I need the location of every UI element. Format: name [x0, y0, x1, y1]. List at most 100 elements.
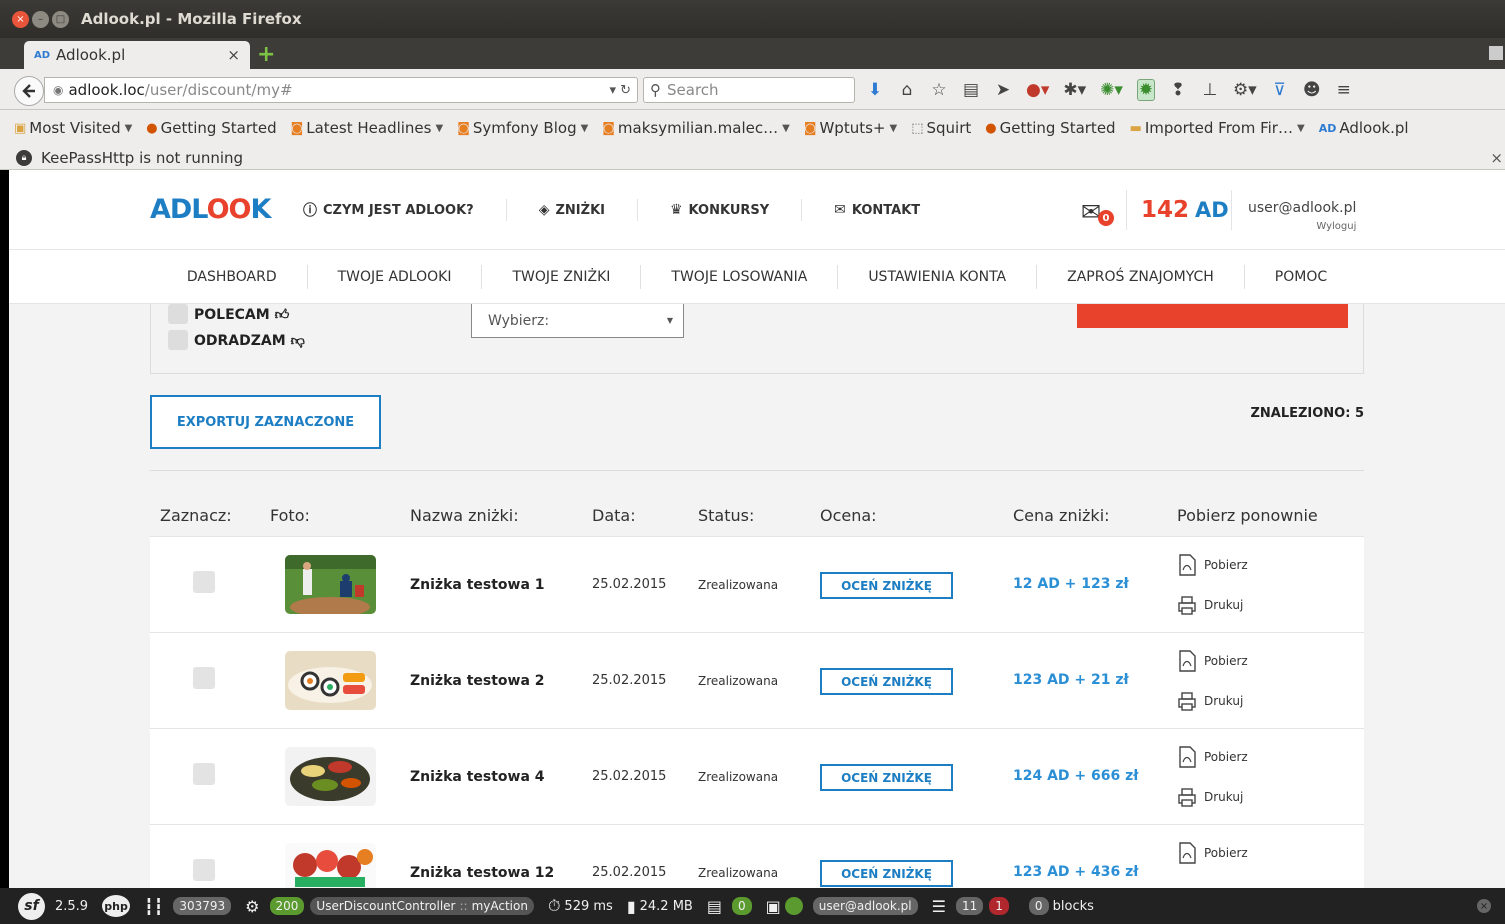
request-info[interactable]: ⚙ 200 UserDiscountController:: myAction — [245, 897, 534, 916]
sitemap-icon[interactable]: ⊥ — [1201, 80, 1219, 100]
bookmark-latest-headlines[interactable]: ◙ Latest Headlines ▼ — [291, 119, 444, 137]
bookmark-getting-started[interactable]: ● Getting Started — [146, 119, 276, 137]
polecam-checkbox[interactable] — [168, 304, 188, 324]
subnav-twoje-znizki[interactable]: TWOJE ZNIŻKI — [481, 264, 640, 289]
print-link[interactable]: Drukuj — [1177, 594, 1243, 616]
send-icon[interactable]: ➤ — [994, 80, 1012, 100]
profiler-token[interactable]: ┇┇ 303793 — [144, 897, 232, 916]
filter-select[interactable]: Wybierz: ▼ — [471, 304, 684, 338]
bookmark-imported[interactable]: ▬ Imported From Fir… ▼ — [1130, 119, 1305, 137]
subnav-ustawienia-konta[interactable]: USTAWIENIA KONTA — [837, 264, 1036, 289]
subnav-pomoc[interactable]: POMOC — [1243, 264, 1357, 289]
security-info[interactable]: ▣ user@adlook.pl — [766, 897, 918, 916]
symfony-logo-icon[interactable]: sf — [18, 892, 45, 920]
rate-discount-button[interactable]: OCEŃ ZNIŻKĘ — [820, 668, 953, 695]
download-link[interactable]: Pobierz — [1177, 842, 1248, 864]
search-input[interactable]: ⚲ Search — [643, 77, 855, 103]
download-link[interactable]: Pobierz — [1177, 650, 1248, 672]
window-maximize-button[interactable]: □ — [52, 10, 69, 28]
status-code-badge: 200 — [269, 897, 305, 915]
discount-photo-sushi[interactable] — [285, 651, 376, 710]
logout-link[interactable]: Wyloguj — [1248, 221, 1356, 232]
download-icon[interactable]: ⬇ — [866, 80, 884, 100]
download-link[interactable]: Pobierz — [1177, 746, 1248, 768]
blocks-info[interactable]: 0 blocks — [1023, 897, 1094, 915]
reading-list-icon[interactable]: ▤ — [962, 80, 980, 100]
star-icon[interactable]: ☆ — [930, 80, 948, 100]
bookmark-symfony-blog[interactable]: ◙ Symfony Blog ▼ — [457, 119, 588, 137]
subnav-dashboard[interactable]: DASHBOARD — [157, 265, 307, 289]
database-info[interactable]: ☰ 11 1 — [932, 897, 1009, 916]
discount-name[interactable]: Zniżka testowa 2 — [410, 673, 545, 689]
rate-discount-button[interactable]: OCEŃ ZNIŻKĘ — [820, 860, 953, 887]
filter-submit-button[interactable] — [1077, 304, 1348, 328]
infobar-close-icon[interactable]: × — [1490, 149, 1503, 167]
gear-icon[interactable]: ⚙▾ — [1233, 80, 1257, 100]
bug-icon[interactable]: ✺▾ — [1100, 80, 1123, 100]
memory-info[interactable]: ▮ 24.2 MB — [627, 897, 693, 916]
bookmark-adlook[interactable]: AD Adlook.pl — [1319, 119, 1409, 137]
odradzam-checkbox[interactable] — [168, 330, 188, 350]
table-row: Zniżka testowa 2 25.02.2015 Zrealizowana… — [150, 632, 1364, 728]
bookmark-squirt[interactable]: ⬚ Squirt — [911, 119, 971, 137]
bookmark-getting-started-2[interactable]: ● Getting Started — [985, 119, 1115, 137]
tab-list-icon[interactable] — [1489, 46, 1503, 60]
messages-button[interactable]: ✉ 0 — [1081, 198, 1114, 226]
spy-icon[interactable]: ✱▾ — [1063, 80, 1086, 100]
rss-icon: ◙ — [290, 120, 304, 136]
adlook-logo[interactable]: ADLOOK — [150, 194, 271, 225]
back-button[interactable] — [14, 76, 44, 106]
chevron-down-icon: ▼ — [435, 122, 444, 134]
discount-photo-vegetables[interactable] — [285, 843, 376, 888]
subnav-twoje-losowania[interactable]: TWOJE LOSOWANIA — [640, 264, 837, 289]
discount-name[interactable]: Zniżka testowa 12 — [410, 865, 554, 881]
logs-info[interactable]: ▤ 0 — [707, 897, 752, 916]
window-minimize-button[interactable]: – — [32, 10, 49, 28]
row-checkbox[interactable] — [193, 859, 215, 881]
subnav-twoje-adlooki[interactable]: TWOJE ADLOOKI — [306, 264, 482, 289]
adblock-icon[interactable]: ●▾ — [1026, 80, 1049, 100]
discount-name[interactable]: Zniżka testowa 1 — [410, 577, 545, 593]
tab-close-icon[interactable]: × — [227, 46, 240, 64]
php-info[interactable]: php — [102, 895, 131, 917]
chat-icon[interactable]: ☻ — [1303, 80, 1321, 100]
subnav-zapros-znajomych[interactable]: ZAPROŚ ZNAJOMYCH — [1036, 264, 1244, 289]
nav-kontakt[interactable]: ✉ KONTAKT — [801, 199, 952, 221]
footprints-icon[interactable]: ❢ — [1169, 80, 1187, 100]
bookmark-most-visited[interactable]: ▣ Most Visited ▼ — [14, 119, 132, 137]
download-link[interactable]: Pobierz — [1177, 554, 1248, 576]
bookmarks-toolbar: ▣ Most Visited ▼ ● Getting Started ◙ Latest … — [0, 110, 1505, 146]
tag-icon: ◈ — [538, 202, 550, 218]
url-history-dropdown-icon[interactable]: ▾ ↻ — [609, 83, 631, 98]
nav-znizki[interactable]: ◈ ZNIŻKI — [505, 199, 637, 221]
home-icon[interactable]: ⌂ — [898, 80, 916, 100]
menu-icon[interactable]: ≡ — [1335, 80, 1353, 100]
export-selected-button[interactable]: EXPORTUJ ZAZNACZONE — [150, 395, 381, 449]
bookmark-wptuts[interactable]: ◙ Wptuts+ ▼ — [804, 119, 897, 137]
discount-photo-baseball[interactable] — [285, 555, 376, 614]
row-checkbox[interactable] — [193, 571, 215, 593]
discount-photo-grilled-vegetables[interactable] — [285, 747, 376, 806]
print-link[interactable]: Drukuj — [1177, 786, 1243, 808]
symfony-version[interactable]: 2.5.9 — [55, 899, 88, 914]
row-checkbox[interactable] — [193, 763, 215, 785]
timer-info[interactable]: ⏱ 529 ms — [548, 896, 613, 916]
new-tab-button[interactable]: + — [257, 42, 275, 67]
bookmark-maksymilian[interactable]: ◙ maksymilian.malec… ▼ — [602, 119, 790, 137]
chevron-down-icon: ▼ — [666, 316, 673, 325]
print-link[interactable]: Drukuj — [1177, 690, 1243, 712]
firebug-icon[interactable]: ✹ — [1136, 79, 1155, 101]
browser-tab[interactable]: AD Adlook.pl × — [24, 41, 250, 69]
rate-discount-button[interactable]: OCEŃ ZNIŻKĘ — [820, 764, 953, 791]
discount-name[interactable]: Zniżka testowa 4 — [410, 769, 545, 785]
row-checkbox[interactable] — [193, 667, 215, 689]
toolbar-close-icon[interactable]: × — [1477, 899, 1491, 913]
user-email[interactable]: user@adlook.pl — [1248, 200, 1356, 216]
nav-konkursy[interactable]: ♛ KONKURSY — [636, 199, 801, 221]
window-close-button[interactable]: × — [12, 10, 29, 28]
filter-icon[interactable]: ⊽ — [1271, 80, 1289, 100]
discount-status: Zrealizowana — [698, 578, 779, 592]
nav-czym-jest-adlook[interactable]: ⓘ CZYM JEST ADLOOK? — [303, 199, 506, 221]
url-bar[interactable]: ◉ adlook.loc /user/discount/my# ▾ ↻ — [44, 77, 638, 103]
rate-discount-button[interactable]: OCEŃ ZNIŻKĘ — [820, 572, 953, 599]
